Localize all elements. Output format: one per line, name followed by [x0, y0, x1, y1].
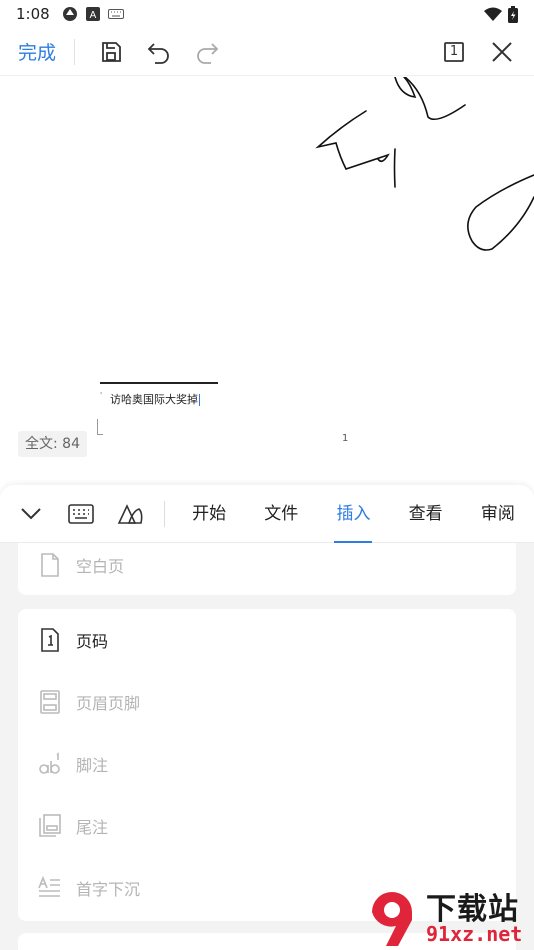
- menu-item-label: 尾注: [76, 818, 109, 837]
- keyboard-toggle-button[interactable]: [56, 489, 106, 539]
- watermark: 下载站 91xz.net: [362, 880, 534, 950]
- battery-icon: [508, 5, 518, 23]
- a-badge-icon: A: [85, 7, 100, 21]
- menu-item-label: 脚注: [76, 756, 109, 775]
- insert-section-layout: 页码 页眉页脚 脚注 尾注 首字下沉: [18, 609, 516, 921]
- tab-start[interactable]: 开始: [190, 485, 228, 543]
- blank-page-icon: [41, 553, 59, 577]
- wifi-icon: [484, 7, 502, 21]
- tab-insert[interactable]: 插入: [334, 485, 373, 543]
- tab-review[interactable]: 审阅: [479, 485, 517, 543]
- status-time: 1:08: [16, 5, 50, 23]
- save-icon: [102, 41, 121, 62]
- panel-tab-bar: 开始 文件 插入 查看 审阅: [0, 485, 534, 543]
- close-button[interactable]: [478, 30, 526, 74]
- drop-cap-icon: [38, 876, 60, 897]
- undo-icon: [147, 42, 169, 64]
- document-canvas[interactable]: ' 访哈奥国际大奖掉 全文: 84 1: [0, 77, 534, 485]
- document-rule: [100, 382, 218, 384]
- panel-divider: [164, 500, 165, 527]
- menu-item-label: 页码: [76, 632, 109, 651]
- done-button[interactable]: 完成: [18, 38, 66, 65]
- handwriting-button[interactable]: [106, 489, 156, 539]
- menu-item-footnote[interactable]: 脚注: [18, 733, 516, 795]
- insert-panel: 开始 文件 插入 查看 审阅 空白页 页码 页眉页脚 脚注 尾注 首字下沉 下载…: [0, 485, 534, 950]
- page-number: 1: [342, 433, 349, 444]
- keyboard-icon: [107, 9, 124, 19]
- page-corner-mark: [97, 419, 103, 435]
- word-count: 全文: 84: [18, 431, 87, 457]
- menu-item-endnote[interactable]: 尾注: [18, 795, 516, 857]
- pen-shapes-icon: [117, 503, 143, 524]
- menu-item-page-number[interactable]: 页码: [18, 609, 516, 671]
- toolbar-divider: [74, 38, 75, 65]
- menu-item-header-footer[interactable]: 页眉页脚: [18, 671, 516, 733]
- menu-item-label: 页眉页脚: [76, 694, 141, 713]
- page-indicator-button[interactable]: 1: [430, 30, 478, 74]
- top-toolbar: 完成 1: [0, 28, 534, 76]
- svg-text:A: A: [89, 10, 96, 21]
- margin-mark: ': [100, 391, 103, 400]
- endnote-icon: [39, 814, 61, 837]
- footnote-icon: [39, 752, 60, 774]
- text-cursor: [199, 394, 200, 406]
- chevron-down-icon: [21, 507, 41, 519]
- page-number-icon: [41, 628, 59, 652]
- vpn-icon: [62, 7, 77, 21]
- save-button[interactable]: [87, 30, 135, 74]
- tab-file[interactable]: 文件: [262, 485, 300, 543]
- collapse-panel-button[interactable]: [6, 489, 56, 539]
- handwriting-ink: [315, 77, 534, 251]
- site-logo-icon: [372, 892, 412, 946]
- undo-button[interactable]: [135, 30, 183, 74]
- header-footer-icon: [40, 690, 60, 714]
- menu-item-label: 空白页: [76, 557, 125, 576]
- tab-view[interactable]: 查看: [407, 485, 445, 543]
- menu-item-label: 首字下沉: [76, 880, 141, 899]
- document-text[interactable]: 访哈奥国际大奖掉: [110, 391, 200, 407]
- watermark-url: 91xz.net: [426, 922, 523, 946]
- keyboard-icon: [68, 503, 94, 524]
- page-indicator-number: 1: [449, 44, 459, 59]
- status-bar: 1:08 A: [0, 0, 534, 28]
- redo-button[interactable]: [183, 30, 231, 74]
- menu-item-blank-page[interactable]: 空白页: [18, 543, 516, 587]
- insert-section-pages: 空白页: [18, 543, 516, 595]
- close-icon: [492, 41, 512, 62]
- panel-tabs: 开始 文件 插入 查看 审阅: [173, 485, 534, 543]
- redo-icon: [197, 42, 219, 64]
